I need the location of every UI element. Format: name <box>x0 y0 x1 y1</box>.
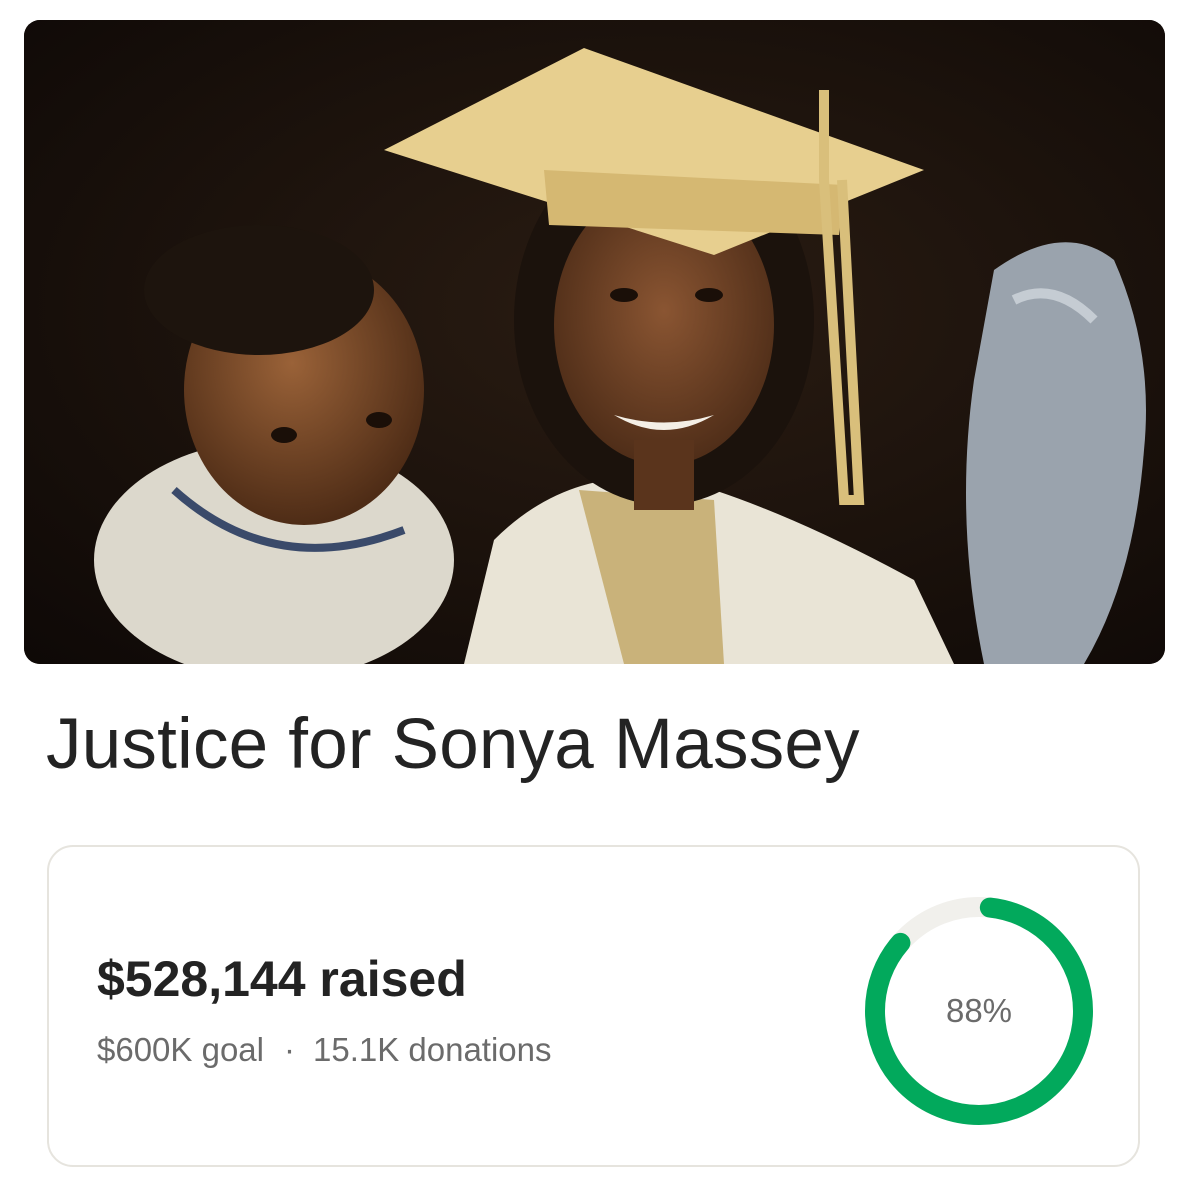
campaign-title: Justice for Sonya Massey <box>46 705 860 784</box>
amount-raised: $528,144 raised <box>97 951 467 1007</box>
fundraising-progress-card[interactable]: $528,144 raised $600K goal · 15.1K donatio… <box>47 845 1140 1167</box>
campaign-photo <box>24 20 1165 664</box>
progress-ring: 88% <box>861 893 1097 1129</box>
goal-donations-line: $600K goal · 15.1K donations <box>97 1029 552 1071</box>
meta-separator: · <box>283 1031 295 1068</box>
progress-percent: 88% <box>945 992 1013 1029</box>
donation-count: 15.1K donations <box>312 1031 552 1068</box>
goal-amount: $600K goal <box>97 1031 264 1068</box>
